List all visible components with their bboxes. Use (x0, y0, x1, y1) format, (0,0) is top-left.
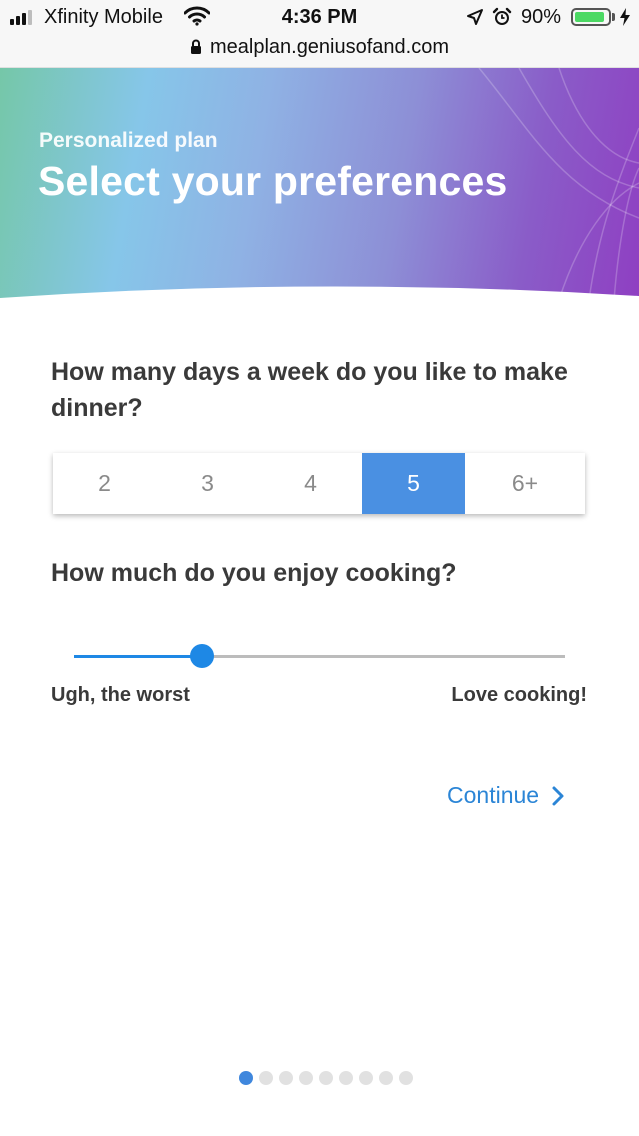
alarm-icon (492, 7, 512, 25)
page-dot-6 (339, 1071, 353, 1085)
slider-min-label: Ugh, the worst (51, 684, 190, 706)
battery-icon (571, 8, 611, 26)
battery-level (575, 12, 604, 22)
page-dot-3 (279, 1071, 293, 1085)
days-per-week-selector: 2 3 4 5 6+ (53, 453, 585, 514)
browser-url-bar[interactable]: mealplan.geniusofand.com (0, 34, 639, 68)
slider-max-label: Love cooking! (451, 684, 587, 706)
page-dot-2 (259, 1071, 273, 1085)
lock-icon (190, 39, 201, 54)
hero-curve (0, 286, 639, 300)
slider-fill (74, 655, 202, 658)
day-option-5[interactable]: 5 (362, 453, 465, 514)
page-dot-5 (319, 1071, 333, 1085)
slider-thumb[interactable] (189, 644, 214, 668)
location-arrow-icon (467, 9, 483, 25)
day-option-6-plus[interactable]: 6+ (465, 453, 585, 514)
day-option-4[interactable]: 4 (259, 453, 362, 514)
continue-label: Continue (447, 782, 540, 808)
url-text: mealplan.geniusofand.com (209, 35, 450, 58)
chevron-right-icon (552, 786, 564, 805)
page-dot-9 (399, 1071, 413, 1085)
meal-plan-preferences-screen: Xfinity Mobile 4:36 PM 90% mealplan.geni… (0, 0, 639, 1136)
page-title: Select your preferences (38, 158, 508, 204)
charging-bolt-icon (620, 8, 630, 26)
battery-tip (612, 13, 615, 21)
battery-percent: 90% (521, 6, 562, 28)
page-indicator (239, 1071, 413, 1085)
page-dot-8 (379, 1071, 393, 1085)
hero-subtitle: Personalized plan (39, 129, 218, 152)
hero-header: Personalized plan Select your preference… (0, 68, 639, 300)
page-dot-4 (299, 1071, 313, 1085)
day-option-3[interactable]: 3 (156, 453, 259, 514)
enjoy-cooking-question-label: How much do you enjoy cooking? (51, 559, 457, 587)
day-option-2[interactable]: 2 (53, 453, 156, 514)
enjoy-cooking-slider[interactable] (74, 640, 565, 674)
days-question-label: How many days a week do you like to make… (51, 358, 568, 422)
status-bar: Xfinity Mobile 4:36 PM 90% (0, 0, 639, 34)
page-dot-1 (239, 1071, 253, 1085)
page-dot-7 (359, 1071, 373, 1085)
continue-button[interactable]: Continue (447, 782, 565, 809)
